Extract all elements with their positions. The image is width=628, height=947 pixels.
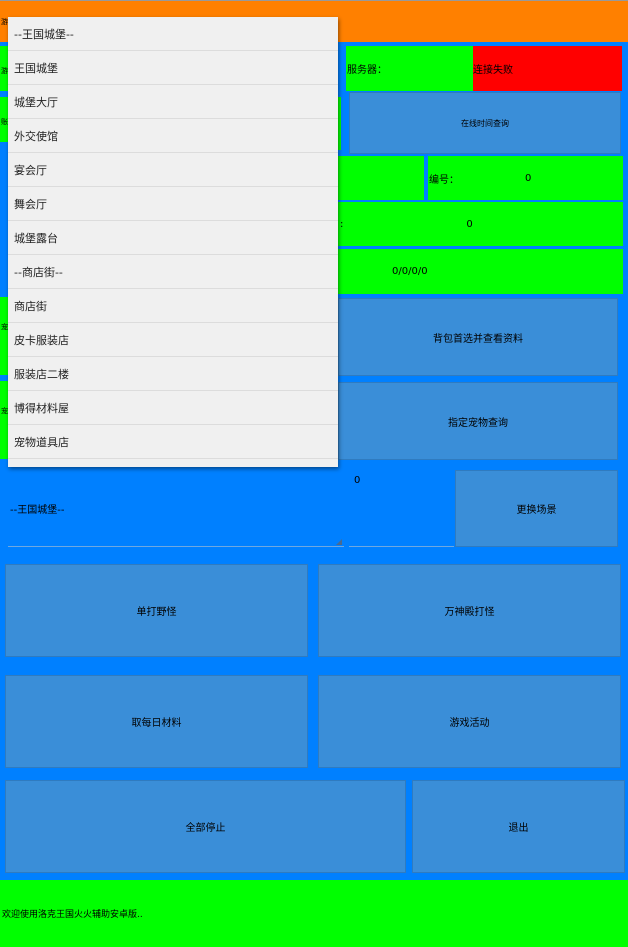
bag-view-label: 背包首选并查看资料 [433,333,523,345]
online-time-query-label: 在线时间查询 [461,118,509,128]
row3-field [338,156,424,200]
dropdown-item[interactable]: --商店街-- [8,255,338,289]
row7-left-segment: 宠 [0,381,8,459]
title-bar-fragment: 游 [1,18,8,26]
row4-value: 0 [466,218,473,230]
row5-field: 0/0/0/0 [338,249,623,294]
exit-label: 退出 [508,823,529,834]
server-label: 服务器： [346,46,473,91]
dropdown-item[interactable]: 舞会厅 [8,187,338,221]
dropdown-item[interactable]: 外交使馆 [8,119,338,153]
status-bar: 欢迎使用洛克王国火火辅助安卓版.. [0,880,628,947]
dropdown-item[interactable]: 皮卡服装店 [8,323,338,357]
pantheon-button[interactable]: 万神殿打怪 [318,564,621,657]
game-events-button[interactable]: 游戏活动 [318,675,621,768]
row5-value: 0/0/0/0 [392,266,428,277]
dropdown-item[interactable]: 王国城堡 [8,51,338,85]
dropdown-item[interactable]: --王国城堡-- [8,17,338,51]
row4-field: : 0 [338,202,623,246]
pantheon-label: 万神殿打怪 [444,607,495,618]
stop-all-label: 全部停止 [185,823,226,834]
pet-query-label: 指定宠物查询 [448,417,508,429]
server-status-text: 连接失败 [473,65,513,76]
row1-left-segment: 游 [0,46,8,91]
row2-left-segment: 账 [0,97,8,142]
row6-left-segment: 宠 [0,297,8,375]
scene-count-field[interactable]: 0 [349,470,454,547]
dropdown-item[interactable]: 商店街 [8,289,338,323]
solo-wild-button[interactable]: 单打野怪 [5,564,308,657]
dropdown-item[interactable]: 城堡露台 [8,221,338,255]
change-scene-button[interactable]: 更换场景 [455,470,618,547]
status-message: 欢迎使用洛克王国火火辅助安卓版.. [2,910,143,920]
change-scene-label: 更换场景 [516,505,557,516]
bag-view-button[interactable]: 背包首选并查看资料 [338,298,618,376]
stop-all-button[interactable]: 全部停止 [5,780,406,873]
daily-materials-button[interactable]: 取每日材料 [5,675,308,768]
row1-left-fragment: 游 [1,67,8,75]
number-field: 编号： 0 [428,156,623,200]
dropdown-item[interactable]: 宴会厅 [8,153,338,187]
row4-colon: : [340,218,344,230]
row6-left-fragment: 宠 [1,323,8,331]
online-time-query-button[interactable]: 在线时间查询 [349,92,621,154]
scene-spinner-value: --王国城堡-- [10,504,65,516]
spinner-arrow-icon [336,539,342,545]
dropdown-item[interactable]: 服装店二楼 [8,357,338,391]
dropdown-item[interactable]: 宠物道具店 [8,425,338,459]
number-value: 0 [525,172,532,184]
row7-left-fragment: 宠 [1,407,8,415]
daily-materials-label: 取每日材料 [131,718,182,729]
scene-count-value: 0 [354,475,361,486]
pet-query-button[interactable]: 指定宠物查询 [338,382,618,460]
scene-dropdown-list: --王国城堡-- 王国城堡 城堡大厅 外交使馆 宴会厅 舞会厅 城堡露台 --商… [8,17,338,467]
row2-left-fragment: 账 [1,118,8,126]
scene-spinner[interactable]: --王国城堡-- [8,470,344,547]
server-status: 连接失败 [473,46,622,91]
server-label-text: 服务器： [347,65,387,76]
solo-wild-label: 单打野怪 [136,607,177,618]
game-events-label: 游戏活动 [449,718,490,729]
dropdown-item[interactable]: 博得材料屋 [8,391,338,425]
number-label: 编号： [429,174,459,186]
exit-button[interactable]: 退出 [412,780,625,873]
dropdown-item[interactable]: 城堡大厅 [8,85,338,119]
